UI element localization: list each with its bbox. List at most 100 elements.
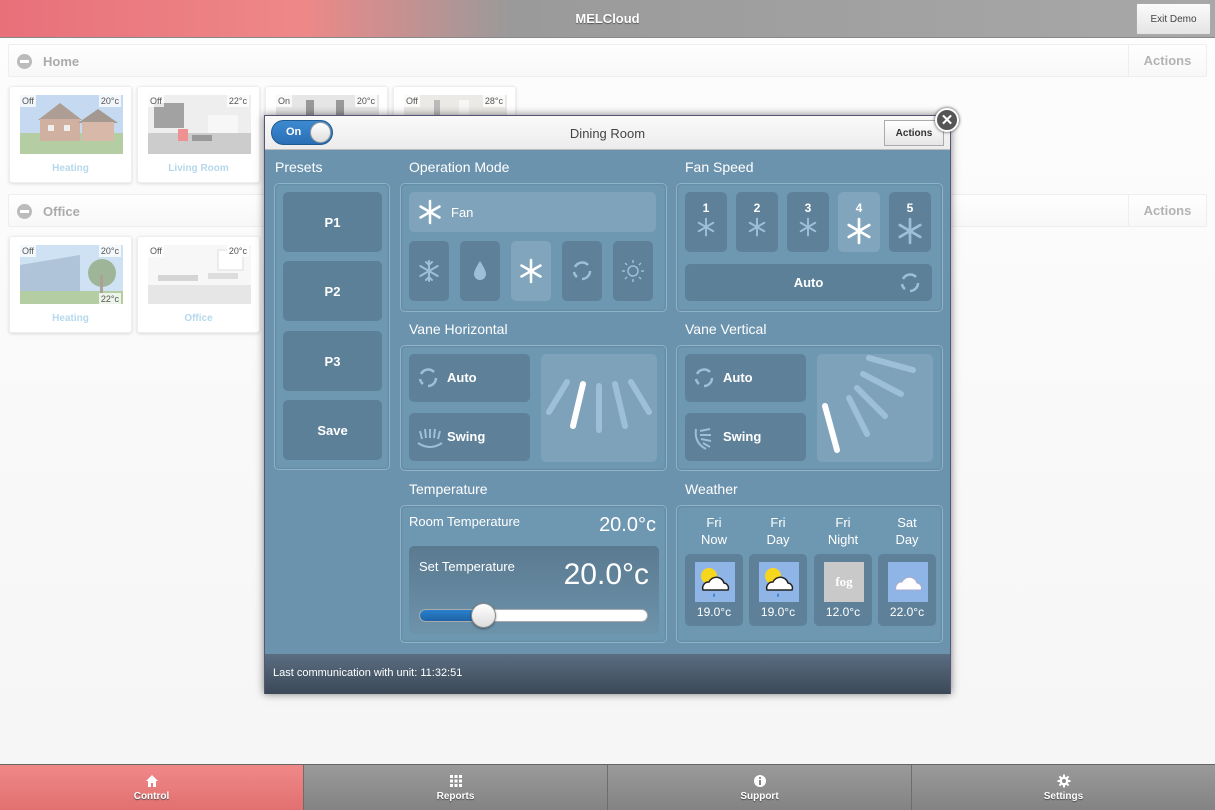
nav-label: Control — [133, 790, 170, 802]
temperature-panel: Room Temperature 20.0°c Set Temperature … — [400, 505, 667, 643]
vane-horizontal-panel: Auto Swing — [400, 345, 667, 471]
nav-support[interactable]: Support — [607, 765, 911, 810]
forecast-heading: Sat Day — [878, 514, 936, 548]
snowflake-icon — [419, 260, 439, 282]
fan-speed-label: 4 — [855, 201, 863, 215]
preset-p3-button[interactable]: P3 — [283, 331, 382, 391]
swing-icon — [417, 428, 443, 448]
vane-vertical-swing-button[interactable]: Swing — [685, 413, 806, 461]
mode-fan-button[interactable] — [511, 241, 551, 301]
fan-icon — [799, 217, 817, 237]
swing-label: Swing — [447, 429, 486, 444]
fan-speed-5-button[interactable]: 5 — [889, 192, 931, 252]
fan-speed-panel: 1 2 3 4 5 Auto — [676, 183, 943, 312]
forecast-day: Fri — [770, 515, 786, 530]
tile-status: Off — [404, 95, 420, 107]
home-icon — [145, 774, 158, 787]
fan-speed-2-button[interactable]: 2 — [736, 192, 778, 252]
tile-temp-secondary: 22°c — [98, 293, 121, 305]
tile-temp: 20°c — [98, 245, 121, 257]
forecast-temp: 12.0°c — [825, 605, 861, 619]
fan-speed-label: 1 — [702, 201, 710, 215]
operation-mode-title: Operation Mode — [409, 159, 510, 175]
auto-icon — [900, 273, 920, 293]
fan-icon — [520, 258, 542, 284]
fan-speed-label: 2 — [753, 201, 761, 215]
bottom-nav: Control Reports Support Settings — [0, 764, 1215, 810]
forecast-day: Fri — [835, 515, 851, 530]
nav-settings[interactable]: Settings — [911, 765, 1215, 810]
fan-icon — [898, 217, 922, 245]
tile-status: Off — [148, 95, 164, 107]
preset-p2-button[interactable]: P2 — [283, 261, 382, 321]
temperature-slider-handle[interactable] — [471, 603, 497, 628]
forecast-period: Night — [827, 532, 859, 547]
tile-status: Off — [20, 95, 36, 107]
tile-temp: 20°c — [354, 95, 377, 107]
swing-icon — [694, 428, 712, 450]
drop-icon — [474, 261, 486, 280]
auto-label: Auto — [447, 370, 477, 385]
tile-status: Off — [148, 245, 164, 257]
app-title: MELCloud — [575, 11, 640, 26]
vane-horizontal-auto-button[interactable]: Auto — [409, 354, 530, 402]
forecast-temp: 19.0°c — [760, 605, 796, 619]
mode-dry-button[interactable] — [460, 241, 500, 301]
room-temperature-value: 20.0°c — [599, 514, 656, 536]
fan-speed-auto-button[interactable]: Auto — [685, 264, 932, 301]
forecast-day: Fri — [706, 515, 722, 530]
nav-reports[interactable]: Reports — [303, 765, 607, 810]
nav-label: Settings — [1043, 790, 1084, 802]
preset-save-button[interactable]: Save — [283, 400, 382, 460]
forecast-period: Day — [895, 532, 919, 547]
auto-icon — [572, 261, 592, 281]
fan-speed-3-button[interactable]: 3 — [787, 192, 829, 252]
forecast-period: Day — [766, 532, 790, 547]
swing-label: Swing — [723, 429, 762, 444]
forecast-heading: Fri Night — [814, 514, 872, 548]
dialog-header: On Dining Room Actions — [265, 116, 950, 150]
mode-heat-button[interactable] — [613, 241, 653, 301]
close-icon[interactable]: ✕ — [935, 108, 959, 132]
preset-p1-button[interactable]: P1 — [283, 192, 382, 252]
temperature-title: Temperature — [409, 481, 488, 497]
tile-status: Off — [20, 245, 36, 257]
weather-panel: Fri Now Fri Day Fri Night Sat Day 19.0°c 19.… — [676, 505, 943, 643]
current-mode-label: Fan — [451, 204, 474, 220]
fan-speed-1-button[interactable]: 1 — [685, 192, 727, 252]
forecast-card: fog 12.0°c — [814, 554, 872, 626]
sun-cloud-rain-icon — [759, 562, 799, 602]
tile-temp: 20°c — [98, 95, 121, 107]
vane-vertical-panel: Auto Swing — [676, 345, 943, 471]
room-temperature-label: Room Temperature — [409, 514, 521, 529]
set-temperature-box: Set Temperature 20.0°c — [409, 546, 659, 634]
unit-control-dialog: On Dining Room Actions ✕ Presets P1 P2 P… — [264, 108, 959, 694]
presets-panel: P1 P2 P3 Save — [274, 183, 390, 470]
tile-temp: 20°c — [226, 245, 249, 257]
fan-speed-label: 5 — [906, 201, 914, 215]
vane-horizontal-swing-button[interactable]: Swing — [409, 413, 530, 461]
temperature-slider-track[interactable] — [419, 609, 648, 622]
last-communication-text: Last communication with unit: 11:32:51 — [273, 667, 463, 679]
weather-title: Weather — [685, 481, 738, 497]
fan-speed-4-button[interactable]: 4 — [838, 192, 880, 252]
fan-speed-label: 3 — [804, 201, 812, 215]
vane-vertical-auto-button[interactable]: Auto — [685, 354, 806, 402]
sun-cloud-rain-icon — [695, 562, 735, 602]
forecast-heading: Fri Now — [685, 514, 743, 548]
sun-icon — [622, 260, 644, 282]
fog-icon: fog — [824, 562, 864, 602]
set-temperature-label: Set Temperature — [419, 559, 515, 574]
operation-mode-panel: Fan — [400, 183, 667, 312]
fan-icon — [748, 217, 766, 237]
nav-control[interactable]: Control — [0, 765, 303, 810]
mode-auto-button[interactable] — [562, 241, 602, 301]
auto-icon — [418, 368, 438, 388]
exit-demo-button[interactable]: Exit Demo — [1136, 3, 1211, 35]
grid-icon — [449, 774, 462, 787]
tile-status: On — [276, 95, 293, 107]
auto-label: Auto — [723, 370, 753, 385]
cloud-icon — [888, 562, 928, 602]
auto-icon — [694, 368, 714, 388]
mode-cool-button[interactable] — [409, 241, 449, 301]
